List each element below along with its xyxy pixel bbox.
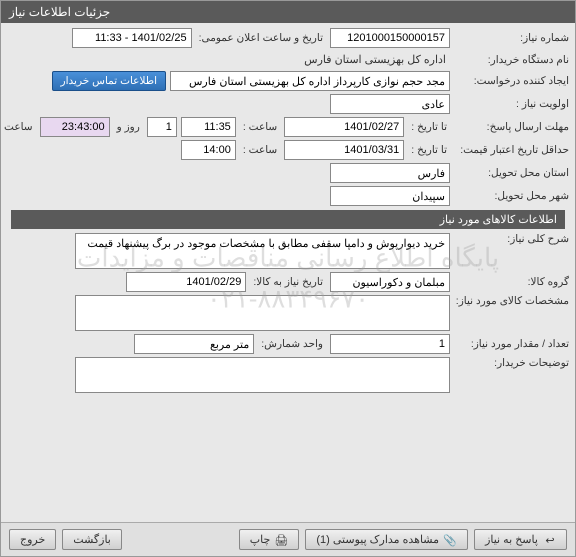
group-label: گروه کالا:: [454, 276, 569, 288]
province-input[interactable]: [330, 163, 450, 183]
until-label-2: تا تاریخ :: [408, 144, 450, 156]
city-input[interactable]: [330, 186, 450, 206]
contact-buyer-button[interactable]: اطلاعات تماس خریدار: [52, 71, 166, 91]
priority-label: اولویت نیاز :: [454, 98, 569, 110]
spec-textarea[interactable]: [75, 295, 450, 331]
deadline-time-input[interactable]: [181, 117, 236, 137]
window-title: جزئیات اطلاعات نیاز: [9, 5, 110, 19]
print-icon: 🖨: [276, 534, 288, 546]
validity-label: حداقل تاریخ اعتبار قیمت:: [454, 144, 569, 156]
city-label: شهر محل تحویل:: [454, 190, 569, 202]
desc-label: شرح کلی نیاز:: [454, 233, 569, 245]
remain-time-input[interactable]: [40, 117, 110, 137]
group-input[interactable]: [330, 272, 450, 292]
validity-time-input[interactable]: [181, 140, 236, 160]
form-body: شماره نیاز: تاریخ و ساعت اعلان عمومی: نا…: [1, 23, 575, 522]
buyer-label: نام دستگاه خریدار:: [454, 54, 569, 66]
attachments-label: مشاهده مدارک پیوستی (1): [316, 534, 439, 546]
until-label-1: تا تاریخ :: [408, 121, 450, 133]
days-label: روز و: [114, 121, 143, 133]
priority-input[interactable]: [330, 94, 450, 114]
time-label-1: ساعت :: [240, 121, 280, 133]
deadline-date-input[interactable]: [284, 117, 404, 137]
time-label-2: ساعت :: [240, 144, 280, 156]
back-label: بازگشت: [73, 534, 111, 546]
respond-button[interactable]: ↩ پاسخ به نیاز: [474, 529, 567, 550]
buyer-value: اداره کل بهزیستی استان فارس: [300, 51, 450, 68]
spec-label: مشخصات کالای مورد نیاز:: [454, 295, 569, 307]
qty-label: تعداد / مقدار مورد نیاز:: [454, 338, 569, 350]
titlebar: جزئیات اطلاعات نیاز: [1, 1, 575, 23]
desc-textarea[interactable]: [75, 233, 450, 269]
days-input[interactable]: [147, 117, 177, 137]
need-no-label: شماره نیاز:: [454, 32, 569, 44]
exit-label: خروج: [20, 534, 45, 546]
need-no-input[interactable]: [330, 28, 450, 48]
attachments-button[interactable]: 📎 مشاهده مدارک پیوستی (1): [305, 529, 468, 550]
unit-input[interactable]: [134, 334, 254, 354]
back-button[interactable]: بازگشت: [62, 529, 122, 550]
exit-button[interactable]: خروج: [9, 529, 56, 550]
dialog-window: جزئیات اطلاعات نیاز شماره نیاز: تاریخ و …: [0, 0, 576, 557]
need-date-label: تاریخ نیاز به کالا:: [250, 276, 326, 288]
print-button[interactable]: 🖨 چاپ: [239, 529, 300, 550]
print-label: چاپ: [250, 534, 271, 546]
respond-label: پاسخ به نیاز: [485, 534, 538, 546]
creator-input[interactable]: [170, 71, 450, 91]
province-label: استان محل تحویل:: [454, 167, 569, 179]
attachment-icon: 📎: [445, 534, 457, 546]
toolbar: ↩ پاسخ به نیاز 📎 مشاهده مدارک پیوستی (1)…: [1, 522, 575, 556]
notes-textarea[interactable]: [75, 357, 450, 393]
remain-label: ساعت باقی مانده: [1, 121, 36, 133]
deadline-label: مهلت ارسال پاسخ:: [454, 121, 569, 133]
unit-label: واحد شمارش:: [258, 338, 326, 350]
announce-input[interactable]: [72, 28, 192, 48]
reply-icon: ↩: [544, 534, 556, 546]
notes-label: توضیحات خریدار:: [454, 357, 569, 369]
announce-label: تاریخ و ساعت اعلان عمومی:: [196, 32, 326, 44]
section2-header: اطلاعات کالاهای مورد نیاز: [11, 210, 565, 229]
need-date-input[interactable]: [126, 272, 246, 292]
creator-label: ایجاد کننده درخواست:: [454, 75, 569, 87]
validity-date-input[interactable]: [284, 140, 404, 160]
qty-input[interactable]: [330, 334, 450, 354]
